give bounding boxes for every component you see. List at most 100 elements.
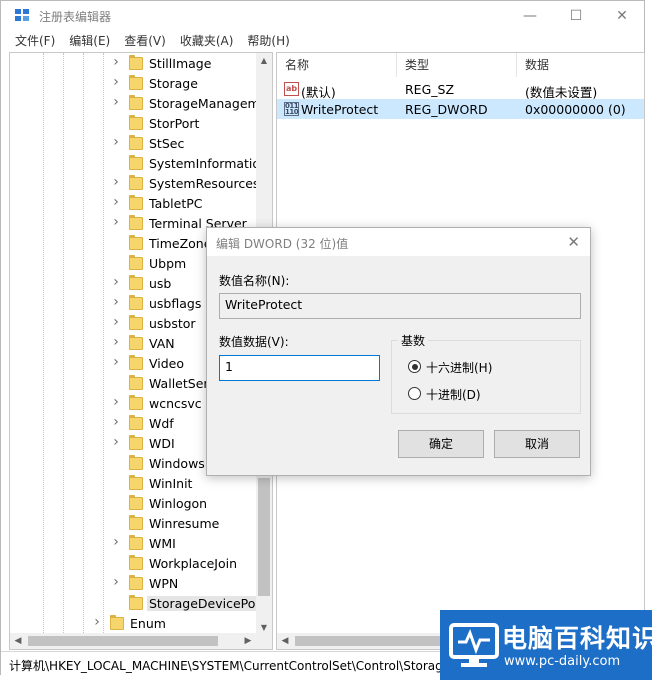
expand-chevron-icon[interactable]: › xyxy=(111,334,121,350)
menu-file[interactable]: 文件(F) xyxy=(15,31,55,51)
minimize-button[interactable]: — xyxy=(507,1,553,31)
folder-icon xyxy=(129,115,143,130)
tree-item[interactable]: › WPN xyxy=(10,574,256,594)
expand-chevron-icon[interactable]: › xyxy=(111,194,121,210)
tree-item[interactable]: › Storage xyxy=(10,74,256,94)
menu-view[interactable]: 查看(V) xyxy=(124,31,166,51)
value-data: 0x00000000 (0) xyxy=(525,102,626,117)
column-header-type[interactable]: 类型 xyxy=(397,53,517,77)
tree-item-enum[interactable]: › Enum xyxy=(10,614,256,634)
menu-help[interactable]: 帮助(H) xyxy=(247,31,289,51)
tree-item-label: WDI xyxy=(149,436,175,451)
scroll-left-icon[interactable]: ◀ xyxy=(277,633,293,649)
tree-item-label: WorkplaceJoin xyxy=(149,556,238,571)
expand-chevron-icon[interactable]: › xyxy=(111,414,121,430)
folder-icon xyxy=(129,475,143,490)
key-path: 计算机\HKEY_LOCAL_MACHINE\SYSTEM\CurrentCon… xyxy=(9,659,443,673)
tree-item-label: TimeZone xyxy=(149,236,212,251)
tree-item[interactable]: SystemInformation xyxy=(10,154,256,174)
value-row-default[interactable]: ab (默认) REG_SZ (数值未设置) xyxy=(277,79,644,100)
scroll-right-icon[interactable]: ▶ xyxy=(240,633,256,649)
base-label: 基数 xyxy=(398,332,429,349)
tree-item-label: SystemResources xyxy=(149,176,256,191)
cancel-button[interactable]: 取消 xyxy=(494,430,580,458)
close-icon: ✕ xyxy=(616,8,628,24)
expand-chevron-icon[interactable]: › xyxy=(111,574,121,590)
value-data-label: 数值数据(V): xyxy=(219,335,289,349)
tree-item-label: Winlogon xyxy=(149,496,208,511)
folder-icon xyxy=(129,455,143,470)
close-button[interactable]: ✕ xyxy=(599,1,645,31)
tree-item-label: StillImage xyxy=(149,56,212,71)
dialog-close-icon[interactable]: ✕ xyxy=(567,233,580,251)
tree-scroll-thumb[interactable] xyxy=(258,478,270,596)
tree-item[interactable]: Winlogon xyxy=(10,494,256,514)
registry-editor-icon xyxy=(15,9,31,23)
radio-hex-label: 十六进制(H) xyxy=(426,361,493,375)
value-data-input[interactable]: 1 xyxy=(219,355,380,381)
tree-hscroll-thumb[interactable] xyxy=(28,636,218,646)
tree-item[interactable]: › StorageManagem xyxy=(10,94,256,114)
tree-item[interactable]: StorPort xyxy=(10,114,256,134)
folder-icon xyxy=(129,255,143,270)
tree-horizontal-scrollbar[interactable]: ◀ ▶ xyxy=(10,633,272,649)
expand-chevron-icon[interactable]: › xyxy=(92,614,102,630)
folder-icon xyxy=(129,75,143,90)
expand-chevron-icon[interactable]: › xyxy=(111,354,121,370)
value-type: REG_SZ xyxy=(405,82,455,97)
tree-item-label: StorageManagem xyxy=(149,96,256,111)
ok-button[interactable]: 确定 xyxy=(398,430,484,458)
expand-chevron-icon[interactable]: › xyxy=(111,394,121,410)
expand-chevron-icon[interactable]: › xyxy=(111,74,121,90)
tree-item[interactable]: WinInit xyxy=(10,474,256,494)
tree-item[interactable]: › TabletPC xyxy=(10,194,256,214)
tree-item-label: WMI xyxy=(149,536,176,551)
tree-item-label: Winresume xyxy=(149,516,220,531)
expand-chevron-icon[interactable]: › xyxy=(111,434,121,450)
tree-item-label: VAN xyxy=(149,336,175,351)
expand-chevron-icon[interactable]: › xyxy=(111,534,121,550)
folder-icon xyxy=(129,355,143,370)
expand-chevron-icon[interactable]: › xyxy=(111,94,121,110)
expand-chevron-icon[interactable]: › xyxy=(111,54,121,70)
value-name-field[interactable]: WriteProtect xyxy=(219,293,581,319)
expand-chevron-icon[interactable]: › xyxy=(111,134,121,150)
column-header-data[interactable]: 数据 xyxy=(517,53,644,77)
folder-icon xyxy=(129,315,143,330)
tree-item[interactable]: › SystemResources xyxy=(10,174,256,194)
folder-icon xyxy=(129,215,143,230)
column-header-name[interactable]: 名称 xyxy=(277,53,397,77)
radio-checked-icon[interactable] xyxy=(408,360,421,373)
value-row-writeprotect[interactable]: 011 110 WriteProtect REG_DWORD 0x0000000… xyxy=(277,99,644,119)
title-bar: 注册表编辑器 — ☐ ✕ xyxy=(1,1,644,31)
radio-unchecked-icon[interactable] xyxy=(408,387,421,400)
folder-icon xyxy=(129,395,143,410)
tree-item[interactable]: › StillImage xyxy=(10,54,256,74)
folder-icon xyxy=(129,335,143,350)
folder-icon xyxy=(129,595,143,610)
expand-chevron-icon[interactable]: › xyxy=(111,274,121,290)
watermark-title: 电脑百科知识 xyxy=(502,624,652,653)
menu-favorites[interactable]: 收藏夹(A) xyxy=(180,31,234,51)
expand-chevron-icon[interactable]: › xyxy=(111,314,121,330)
tree-item[interactable]: StorageDevicePoli xyxy=(10,594,256,614)
expand-chevron-icon[interactable]: › xyxy=(111,174,121,190)
menu-edit[interactable]: 编辑(E) xyxy=(69,31,110,51)
tree-item[interactable]: Winresume xyxy=(10,514,256,534)
maximize-button[interactable]: ☐ xyxy=(553,1,599,31)
tree-item-label: Wdf xyxy=(149,416,174,431)
expand-chevron-icon[interactable]: › xyxy=(111,214,121,230)
tree-item-label: Windows xyxy=(149,456,205,471)
tree-item[interactable]: › WMI xyxy=(10,534,256,554)
folder-icon xyxy=(129,495,143,510)
folder-icon xyxy=(129,275,143,290)
expand-chevron-icon[interactable]: › xyxy=(111,294,121,310)
tree-item[interactable]: WorkplaceJoin xyxy=(10,554,256,574)
scroll-left-icon[interactable]: ◀ xyxy=(10,633,26,649)
dialog-title-bar: 编辑 DWORD (32 位)值 ✕ xyxy=(207,228,590,256)
folder-icon xyxy=(129,175,143,190)
tree-item[interactable]: › StSec xyxy=(10,134,256,154)
scroll-up-icon[interactable]: ▲ xyxy=(256,53,272,69)
folder-icon xyxy=(129,555,143,570)
window-title: 注册表编辑器 xyxy=(39,10,112,24)
